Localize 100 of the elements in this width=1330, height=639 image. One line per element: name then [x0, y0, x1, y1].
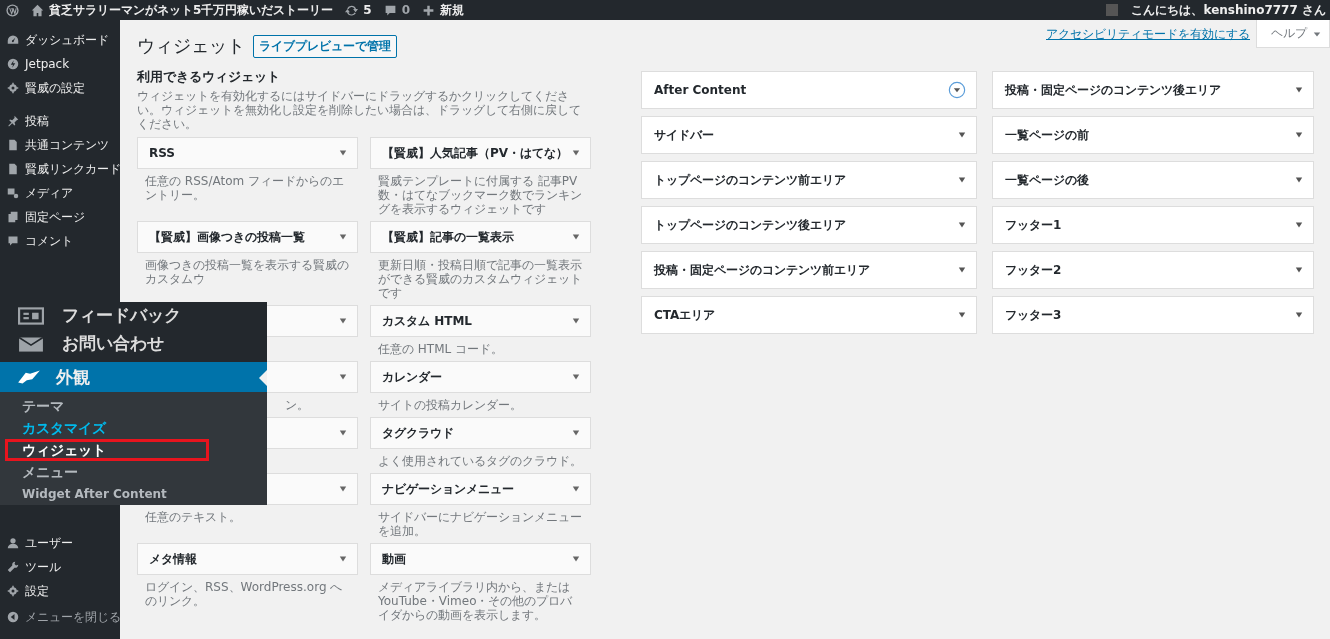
widget-description: 更新日順・投稿日順で記事の一覧表示ができる賢威のカスタムウィジェットです [377, 257, 583, 302]
gear-icon [7, 82, 19, 94]
caret-icon [572, 317, 580, 325]
caret-icon [339, 317, 347, 325]
new-content-link[interactable]: 新規 [422, 1, 465, 19]
widget-item[interactable]: 動画 [370, 543, 591, 575]
refresh-icon [345, 3, 359, 17]
caret-icon [572, 485, 580, 493]
widget-description: 任意のテキスト。 [144, 509, 242, 526]
widget-description: 任意の RSS/Atom フィードからのエントリー。 [144, 173, 345, 204]
document-icon [7, 163, 19, 175]
menu-item[interactable]: 投稿 [0, 109, 120, 133]
document-icon [7, 139, 19, 151]
menu-item[interactable]: フィードバック [0, 302, 267, 330]
widget-description: 任意の HTML コード。 [377, 341, 505, 358]
help-tab[interactable]: ヘルプ [1256, 20, 1330, 48]
account-link[interactable]: こんにちは、kenshino7777 さん [1106, 1, 1326, 19]
toggle-icon[interactable] [948, 81, 966, 99]
menu-item[interactable]: 共通コンテンツ [0, 133, 120, 157]
comments-link[interactable]: 0 [383, 3, 411, 17]
envelope-icon [18, 334, 44, 353]
current-menu-item[interactable]: 外観 [0, 362, 267, 392]
menu-item[interactable]: 賢威の設定 [0, 76, 120, 100]
caret-icon [1313, 29, 1321, 38]
caret-icon [572, 373, 580, 381]
submenu-item[interactable]: テーマ [5, 395, 209, 417]
bolt-icon [7, 58, 19, 70]
wrench-icon [7, 561, 19, 573]
collapse-menu-button[interactable]: メニューを閉じる [0, 605, 120, 629]
widget-area[interactable]: 一覧ページの後 [992, 161, 1314, 199]
widget-description: 賢威テンプレートに付属する 記事PV数・はてなブックマーク数でランキングを表示するウィジェットです [377, 173, 583, 218]
menu-item[interactable]: 賢威リンクカード [0, 157, 120, 181]
widget-description: ログイン、RSS、WordPress.org へのリンク。 [144, 579, 344, 610]
widget-area[interactable]: サイドバー [641, 116, 977, 154]
widget-description: よく使用されているタグのクラウド。 [377, 453, 583, 470]
caret-icon [572, 149, 580, 157]
widget-area[interactable]: 投稿・固定ページのコンテンツ前エリア [641, 251, 977, 289]
gauge-icon [7, 34, 19, 46]
submenu-item[interactable]: Widget After Content [5, 483, 267, 505]
widget-area[interactable]: CTAエリア [641, 296, 977, 334]
collapse-icon [7, 611, 19, 623]
widget-description: 画像つきの投稿一覧を表示する賢威のカスタムウ [144, 257, 350, 288]
caret-icon [339, 429, 347, 437]
menu-item[interactable]: 設定 [0, 579, 120, 603]
menu-item[interactable]: ユーザー [0, 531, 120, 555]
widget-item[interactable]: カスタム HTML [370, 305, 591, 337]
caret-icon [339, 373, 347, 381]
widget-item[interactable]: RSS [137, 137, 358, 169]
site-name-link[interactable]: 貧乏サラリーマンがネット5千万円稼いだストーリー [31, 1, 334, 19]
caret-icon [572, 233, 580, 241]
submenu-item[interactable]: ウィジェット [5, 439, 209, 461]
page-title: ウィジェット [137, 34, 245, 58]
caret-icon [339, 485, 347, 493]
menu-item[interactable]: お問い合わせ [0, 329, 267, 358]
caret-icon [339, 555, 347, 563]
section-heading: 利用できるウィジェット [137, 68, 281, 86]
widget-item[interactable]: 【賢威】人気記事（PV・はてな） [370, 137, 591, 169]
widget-item[interactable]: カレンダー [370, 361, 591, 393]
widget-area[interactable]: トップページのコンテンツ後エリア [641, 206, 977, 244]
widget-description: メディアライブラリ内から、または YouTube・Vimeo・その他のプロバイダからの動画を表示します。 [377, 579, 574, 624]
avatar-icon [1106, 4, 1119, 16]
widget-item[interactable]: 【賢威】記事の一覧表示 [370, 221, 591, 253]
settings-icon [7, 585, 19, 597]
widget-item[interactable]: メタ情報 [137, 543, 358, 575]
widget-description: ン。 [285, 397, 310, 414]
comment-icon [383, 3, 397, 17]
menu-item[interactable]: ツール [0, 555, 120, 579]
widget-area[interactable]: After Content [641, 71, 977, 109]
menu-item[interactable]: メディア [0, 181, 120, 205]
form-icon [18, 306, 44, 325]
widget-area[interactable]: 投稿・固定ページのコンテンツ後エリア [992, 71, 1314, 109]
plus-icon [422, 3, 436, 17]
widget-description: サイトの投稿カレンダー。 [377, 397, 523, 414]
submenu-item[interactable]: メニュー [5, 461, 209, 483]
widget-item[interactable]: 【賢威】画像つきの投稿一覧 [137, 221, 358, 253]
accessibility-mode-link[interactable]: アクセシビリティモードを有効にする [1046, 26, 1250, 43]
widget-area[interactable]: フッター1 [992, 206, 1314, 244]
comment-icon [7, 235, 19, 247]
widget-area[interactable]: フッター3 [992, 296, 1314, 334]
pages-icon [7, 211, 19, 223]
updates-link[interactable]: 5 [345, 3, 372, 17]
widget-area[interactable]: 一覧ページの前 [992, 116, 1314, 154]
menu-item[interactable]: Jetpack [0, 52, 120, 76]
caret-icon [339, 149, 347, 157]
live-preview-button[interactable]: ライブプレビューで管理 [253, 34, 397, 58]
home-icon [31, 3, 44, 17]
pin-icon [7, 115, 19, 127]
submenu-item[interactable]: カスタマイズ [5, 417, 209, 439]
section-description: ウィジェットを有効化するにはサイドバーにドラッグするかクリックしてください。ウィジェットを無効化し設定を削除したい場合は、ドラッグして右側に戻してください。 [137, 89, 582, 131]
media-icon [7, 187, 19, 199]
caret-icon [572, 429, 580, 437]
menu-item[interactable]: 固定ページ [0, 205, 120, 229]
widget-item[interactable]: ナビゲーションメニュー [370, 473, 591, 505]
widget-item[interactable]: タグクラウド [370, 417, 591, 449]
widget-description: サイドバーにナビゲーションメニューを追加。 [377, 509, 583, 540]
menu-item[interactable]: コメント [0, 229, 120, 253]
widget-area[interactable]: トップページのコンテンツ前エリア [641, 161, 977, 199]
menu-item[interactable]: ダッシュボード [0, 28, 120, 52]
widget-area[interactable]: フッター2 [992, 251, 1314, 289]
wordpress-logo-icon[interactable] [6, 3, 19, 17]
